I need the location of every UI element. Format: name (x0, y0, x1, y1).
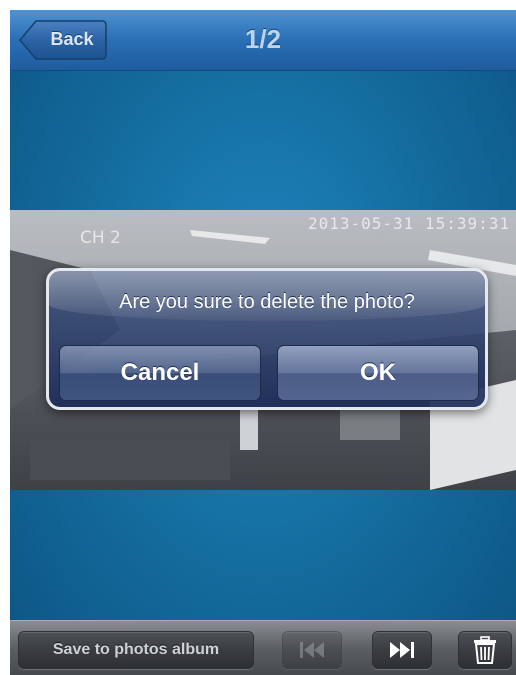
page-title: 1/2 (244, 24, 282, 54)
cancel-button[interactable]: Cancel (59, 345, 261, 401)
save-to-album-button[interactable]: Save to photos album (18, 631, 254, 669)
snapshot-timestamp: 2013-05-31 15:39:31 (307, 214, 510, 233)
bottom-toolbar: Save to photos album (10, 620, 516, 675)
camera-channel-label: CH 2 (80, 228, 121, 248)
delete-button[interactable] (458, 631, 512, 669)
next-button[interactable] (372, 631, 432, 669)
skip-previous-icon (300, 642, 324, 658)
skip-next-icon (390, 642, 414, 658)
dialog-message: Are you sure to delete the photo? (119, 291, 415, 313)
save-to-album-label: Save to photos album (52, 641, 220, 658)
previous-button[interactable] (282, 631, 342, 669)
navigation-bar: Back 1/2 (10, 10, 516, 71)
photo-viewer-screen: Back 1/2 2013-05-31 15:39:31 CH 2 Are yo… (10, 10, 516, 675)
delete-confirm-dialog: Are you sure to delete the photo? Cancel… (46, 268, 488, 410)
ok-button[interactable]: OK (277, 345, 479, 401)
trash-icon (474, 636, 496, 664)
